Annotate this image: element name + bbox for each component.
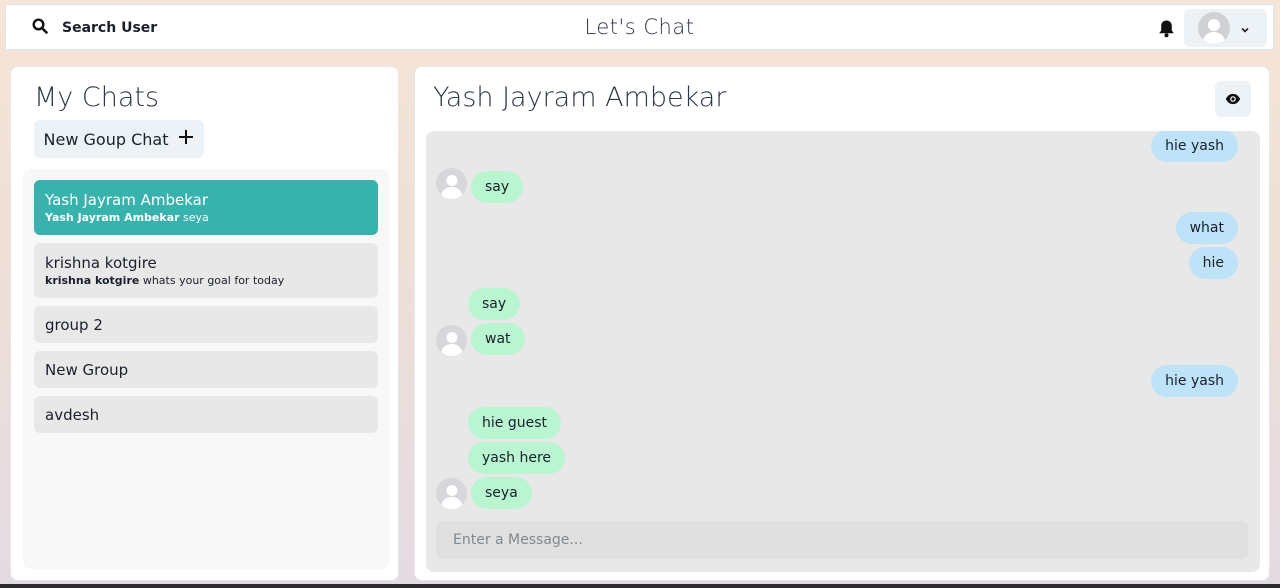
- chat-name: avdesh: [45, 405, 100, 424]
- chat-name: krishna kotgire: [45, 254, 157, 272]
- chat-list: Yash Jayram Ambekar Yash Jayram Ambekar …: [23, 169, 389, 569]
- my-chats-panel: My Chats New Goup Chat Yash Jayram Ambek…: [10, 66, 399, 581]
- eye-icon: [1225, 90, 1241, 109]
- chat-panel: Yash Jayram Ambekar hie yash say what hi…: [414, 66, 1270, 581]
- profile-menu-button[interactable]: [1184, 9, 1267, 47]
- chat-item-yash-jayram-ambekar[interactable]: Yash Jayram Ambekar Yash Jayram Ambekar …: [34, 180, 378, 235]
- preview-text: seya: [183, 211, 209, 224]
- messages-area[interactable]: hie yash say what hie say wat hie yash h…: [426, 131, 1260, 572]
- app-title: Let's Chat: [584, 15, 695, 39]
- bell-icon[interactable]: [1156, 18, 1176, 38]
- chat-item-krishna-kotgire[interactable]: krishna kotgire krishna kotgire whats yo…: [34, 243, 378, 298]
- chat-item-group-2[interactable]: group 2: [34, 306, 378, 343]
- avatar-icon: [436, 478, 467, 509]
- avatar-icon: [436, 325, 467, 356]
- avatar-icon: [436, 168, 467, 199]
- message-bubble-sent: hie yash: [1151, 131, 1238, 162]
- chat-item-new-group[interactable]: New Group: [34, 351, 378, 388]
- message-bubble-received: say: [471, 171, 524, 203]
- message-bubble-received: seya: [471, 477, 532, 509]
- preview-text: whats your goal for today: [142, 274, 285, 287]
- chat-name: group 2: [45, 315, 103, 334]
- message-bubble-received: wat: [471, 323, 525, 355]
- avatar-icon: [1198, 12, 1230, 44]
- chat-preview: krishna kotgire whats your goal for toda…: [45, 273, 367, 288]
- message-bubble-received: hie guest: [468, 407, 561, 439]
- message-input[interactable]: [436, 521, 1248, 559]
- my-chats-title: My Chats: [34, 82, 160, 113]
- plus-icon: [178, 129, 194, 149]
- top-bar: Search User Let's Chat: [5, 4, 1274, 50]
- view-profile-button[interactable]: [1215, 81, 1251, 117]
- message-bubble-sent: hie: [1188, 247, 1238, 279]
- chat-title: Yash Jayram Ambekar: [433, 82, 727, 113]
- chevron-down-icon: [1240, 19, 1250, 38]
- chat-item-avdesh[interactable]: avdesh: [34, 396, 378, 433]
- message-bubble-received: yash here: [468, 442, 566, 474]
- chat-preview: Yash Jayram Ambekar seya: [45, 210, 367, 225]
- new-group-chat-label: New Goup Chat: [43, 129, 169, 149]
- taskbar: [0, 584, 1280, 588]
- preview-sender: Yash Jayram Ambekar: [45, 211, 180, 224]
- new-group-chat-button[interactable]: New Goup Chat: [34, 120, 204, 158]
- message-bubble-sent: what: [1175, 212, 1238, 244]
- message-bubble-sent: hie yash: [1151, 365, 1238, 397]
- message-bubble-received: say: [468, 288, 521, 320]
- chat-name: New Group: [45, 360, 129, 379]
- preview-sender: krishna kotgire: [45, 274, 140, 287]
- chat-name: Yash Jayram Ambekar: [45, 191, 209, 209]
